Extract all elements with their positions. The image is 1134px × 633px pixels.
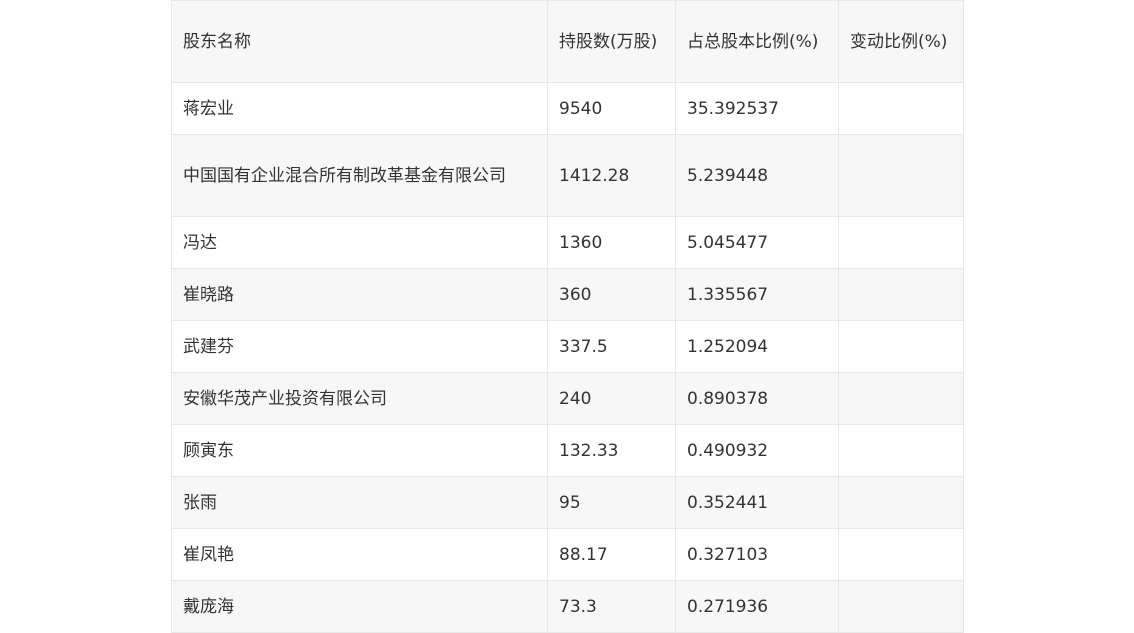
table-row: 崔凤艳 88.17 0.327103: [171, 528, 964, 581]
table-row: 顾寅东 132.33 0.490932: [171, 424, 964, 477]
cell-shares-held: 337.5: [547, 320, 676, 373]
cell-shareholder-name: 戴庞海: [171, 580, 548, 633]
cell-shares-held: 9540: [547, 82, 676, 135]
cell-shareholder-name: 顾寅东: [171, 424, 548, 477]
header-share-ratio: 占总股本比例(%): [675, 0, 839, 83]
cell-shareholder-name: 武建芬: [171, 320, 548, 373]
cell-change-ratio: [838, 372, 964, 425]
cell-share-ratio: 0.890378: [675, 372, 839, 425]
table-row: 安徽华茂产业投资有限公司 240 0.890378: [171, 372, 964, 425]
cell-shares-held: 1412.28: [547, 134, 676, 217]
shareholder-table-container: 股东名称 持股数(万股) 占总股本比例(%) 变动比例(%) 蒋宏业 9540 …: [171, 0, 964, 633]
shareholder-table: 股东名称 持股数(万股) 占总股本比例(%) 变动比例(%) 蒋宏业 9540 …: [171, 0, 964, 633]
cell-shareholder-name: 张雨: [171, 476, 548, 529]
cell-shareholder-name: 冯达: [171, 216, 548, 269]
table-row: 戴庞海 73.3 0.271936: [171, 580, 964, 633]
cell-change-ratio: [838, 424, 964, 477]
header-shares-held: 持股数(万股): [547, 0, 676, 83]
cell-share-ratio: 0.352441: [675, 476, 839, 529]
cell-change-ratio: [838, 580, 964, 633]
cell-share-ratio: 5.239448: [675, 134, 839, 217]
table-row: 崔晓路 360 1.335567: [171, 268, 964, 321]
cell-shares-held: 95: [547, 476, 676, 529]
cell-shareholder-name: 安徽华茂产业投资有限公司: [171, 372, 548, 425]
cell-shareholder-name: 中国国有企业混合所有制改革基金有限公司: [171, 134, 548, 217]
cell-shareholder-name: 蒋宏业: [171, 82, 548, 135]
table-row: 张雨 95 0.352441: [171, 476, 964, 529]
cell-shares-held: 360: [547, 268, 676, 321]
cell-shares-held: 240: [547, 372, 676, 425]
cell-shareholder-name: 崔凤艳: [171, 528, 548, 581]
cell-change-ratio: [838, 216, 964, 269]
cell-share-ratio: 5.045477: [675, 216, 839, 269]
header-shareholder-name: 股东名称: [171, 0, 548, 83]
table-row: 武建芬 337.5 1.252094: [171, 320, 964, 373]
cell-change-ratio: [838, 320, 964, 373]
cell-change-ratio: [838, 82, 964, 135]
cell-shares-held: 73.3: [547, 580, 676, 633]
table-row: 冯达 1360 5.045477: [171, 216, 964, 269]
cell-shares-held: 132.33: [547, 424, 676, 477]
cell-share-ratio: 1.335567: [675, 268, 839, 321]
table-row: 中国国有企业混合所有制改革基金有限公司 1412.28 5.239448: [171, 134, 964, 217]
cell-share-ratio: 0.271936: [675, 580, 839, 633]
cell-change-ratio: [838, 134, 964, 217]
cell-change-ratio: [838, 476, 964, 529]
header-change-ratio: 变动比例(%): [838, 0, 964, 83]
table-header-row: 股东名称 持股数(万股) 占总股本比例(%) 变动比例(%): [171, 0, 964, 83]
cell-share-ratio: 0.490932: [675, 424, 839, 477]
cell-change-ratio: [838, 528, 964, 581]
cell-share-ratio: 0.327103: [675, 528, 839, 581]
cell-change-ratio: [838, 268, 964, 321]
table-row: 蒋宏业 9540 35.392537: [171, 82, 964, 135]
cell-shares-held: 88.17: [547, 528, 676, 581]
cell-shareholder-name: 崔晓路: [171, 268, 548, 321]
cell-shares-held: 1360: [547, 216, 676, 269]
cell-share-ratio: 35.392537: [675, 82, 839, 135]
cell-share-ratio: 1.252094: [675, 320, 839, 373]
